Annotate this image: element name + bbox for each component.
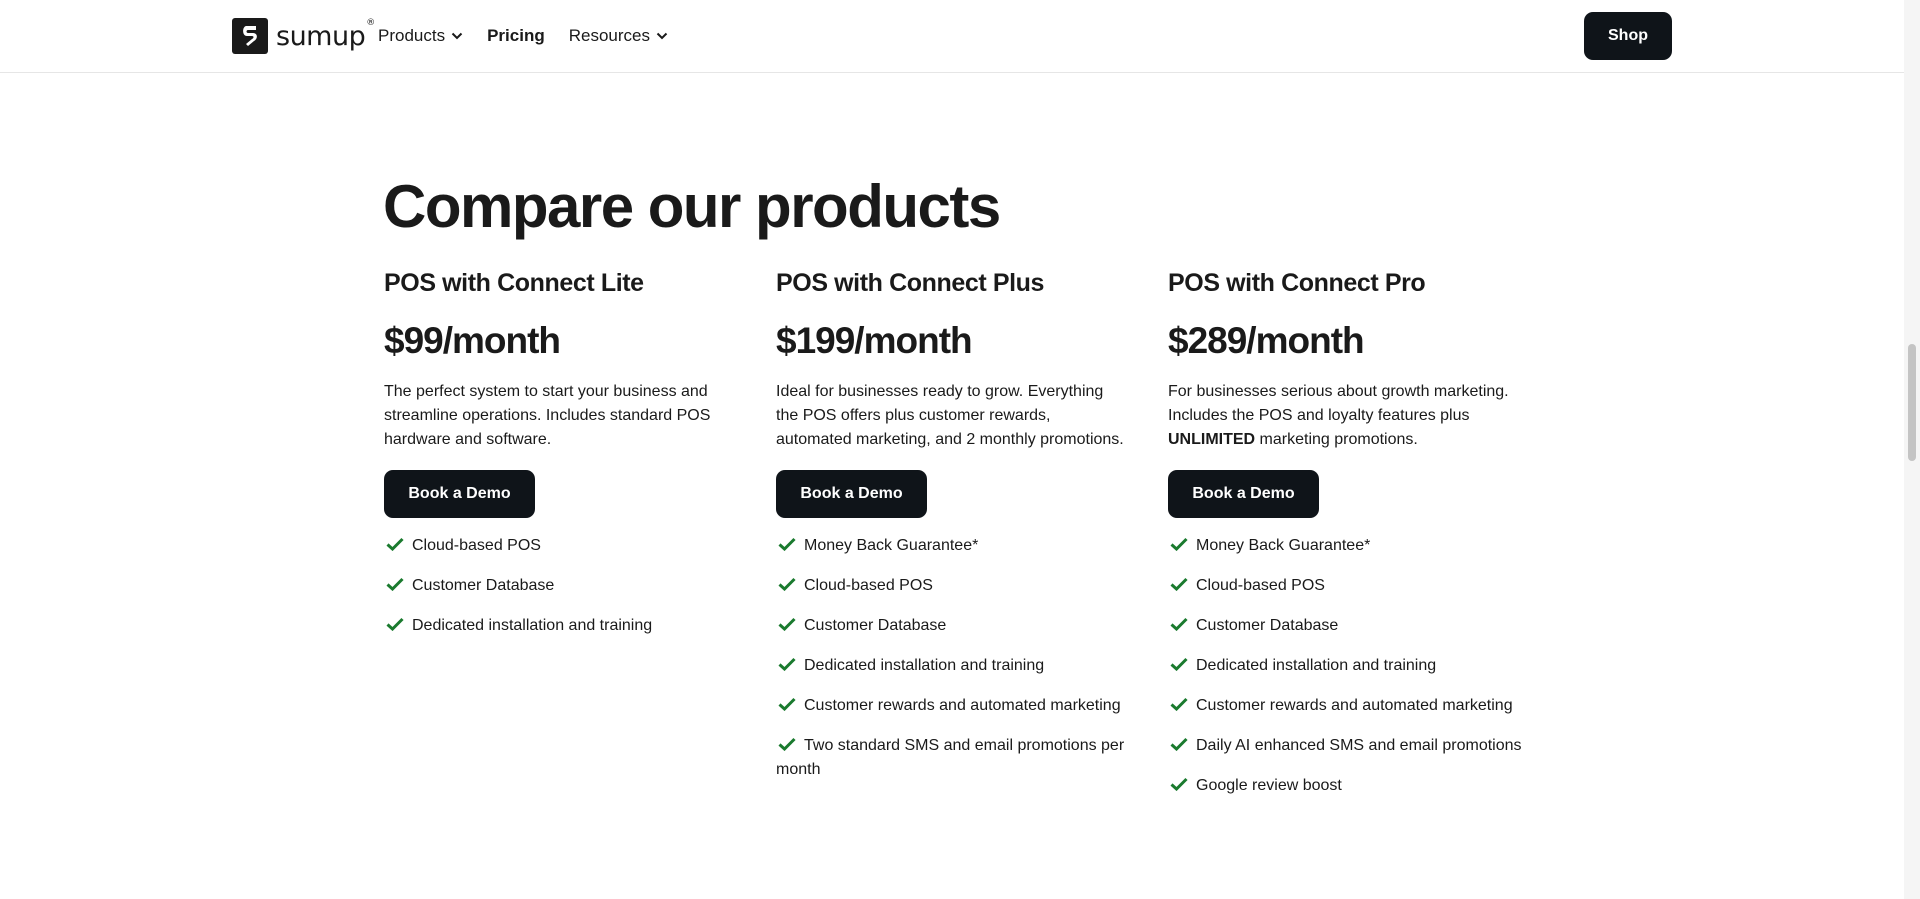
- sumup-logo-icon: [232, 18, 268, 54]
- feature-item: Dedicated installation and training: [776, 654, 1136, 678]
- feature-item: Customer Database: [384, 574, 744, 598]
- checkmark-icon: [778, 697, 796, 711]
- nav-pricing[interactable]: Pricing: [487, 24, 545, 48]
- checkmark-icon: [778, 657, 796, 671]
- plan-card-pro: POS with Connect Pro $289/month For busi…: [1168, 268, 1528, 814]
- logo-wordmark: sumup®: [276, 17, 375, 52]
- checkmark-icon: [1170, 657, 1188, 671]
- checkmark-icon: [778, 617, 796, 631]
- feature-item: Daily AI enhanced SMS and email promotio…: [1168, 734, 1528, 758]
- plan-description: For businesses serious about growth mark…: [1168, 383, 1509, 448]
- feature-item: Customer Database: [776, 614, 1136, 638]
- scrollbar-thumb[interactable]: [1908, 344, 1916, 461]
- sumup-logo[interactable]: sumup®: [232, 18, 375, 54]
- feature-list: Money Back Guarantee* Cloud-based POS Cu…: [776, 534, 1136, 782]
- plan-price: $289/month: [1168, 320, 1365, 361]
- plan-card-plus: POS with Connect Plus $199/month Ideal f…: [776, 268, 1136, 798]
- checkmark-icon: [778, 577, 796, 591]
- feature-item: Money Back Guarantee*: [1168, 534, 1528, 558]
- feature-item: Money Back Guarantee*: [776, 534, 1136, 558]
- book-demo-button[interactable]: Book a Demo: [776, 470, 927, 518]
- feature-list: Money Back Guarantee* Cloud-based POS Cu…: [1168, 534, 1528, 798]
- checkmark-icon: [778, 537, 796, 551]
- feature-item: Dedicated installation and training: [384, 614, 744, 638]
- checkmark-icon: [1170, 537, 1188, 551]
- checkmark-icon: [386, 537, 404, 551]
- page-scrollbar[interactable]: [1904, 0, 1920, 899]
- shop-button[interactable]: Shop: [1584, 12, 1672, 60]
- feature-list: Cloud-based POS Customer Database Dedica…: [384, 534, 744, 638]
- feature-item: Google review boost: [1168, 774, 1528, 798]
- feature-item: Cloud-based POS: [776, 574, 1136, 598]
- page-title: Compare our products: [383, 173, 1001, 240]
- feature-item: Customer Database: [1168, 614, 1528, 638]
- checkmark-icon: [1170, 577, 1188, 591]
- plan-name: POS with Connect Plus: [776, 269, 1045, 297]
- feature-item: Two standard SMS and email promotions pe…: [776, 737, 1125, 778]
- nav-products-label: Products: [378, 26, 446, 45]
- nav-pricing-label: Pricing: [487, 26, 545, 45]
- checkmark-icon: [1170, 697, 1188, 711]
- feature-item: Customer rewards and automated marketing: [1168, 694, 1528, 718]
- checkmark-icon: [386, 617, 404, 631]
- feature-item: Cloud-based POS: [384, 534, 744, 558]
- plan-card-lite: POS with Connect Lite $99/month The perf…: [384, 268, 744, 654]
- nav-resources-label: Resources: [568, 26, 650, 45]
- chevron-down-icon: [451, 32, 463, 40]
- plan-price: $99/month: [384, 320, 561, 361]
- book-demo-button[interactable]: Book a Demo: [384, 470, 535, 518]
- plan-description: The perfect system to start your busines…: [384, 383, 711, 448]
- nav-resources[interactable]: Resources: [569, 24, 668, 48]
- site-header: sumup® Products Pricing Resources Shop: [0, 0, 1904, 73]
- feature-item: Dedicated installation and training: [1168, 654, 1528, 678]
- checkmark-icon: [1170, 737, 1188, 751]
- nav-products[interactable]: Products: [378, 24, 463, 48]
- plan-description: Ideal for businesses ready to grow. Ever…: [776, 383, 1124, 448]
- plan-name: POS with Connect Lite: [384, 269, 644, 297]
- feature-item: Cloud-based POS: [1168, 574, 1528, 598]
- checkmark-icon: [778, 737, 796, 751]
- unlimited-emphasis: UNLIMITED: [1168, 431, 1256, 448]
- checkmark-icon: [1170, 777, 1188, 791]
- checkmark-icon: [1170, 617, 1188, 631]
- book-demo-button[interactable]: Book a Demo: [1168, 470, 1319, 518]
- plan-name: POS with Connect Pro: [1168, 269, 1426, 297]
- plan-price: $199/month: [776, 320, 973, 361]
- main-nav: Products Pricing Resources: [378, 24, 692, 48]
- checkmark-icon: [386, 577, 404, 591]
- feature-item: Customer rewards and automated marketing: [776, 694, 1136, 718]
- chevron-down-icon: [656, 32, 668, 40]
